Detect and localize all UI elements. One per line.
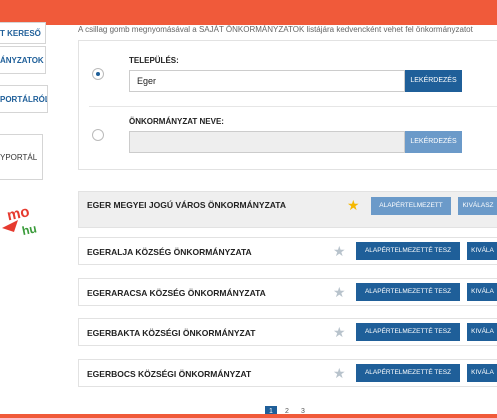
select-button[interactable]: KIVÁLA bbox=[467, 283, 497, 301]
svg-text:hu: hu bbox=[21, 221, 38, 238]
panel-divider bbox=[89, 106, 497, 107]
set-default-button[interactable]: ALAPÉRTELMEZETTÉ TESZ bbox=[356, 283, 460, 301]
select-button[interactable]: KIVÁLA bbox=[467, 364, 497, 382]
favorite-star-icon[interactable]: ★ bbox=[333, 366, 346, 380]
telepules-query-button[interactable]: LEKÉRDEZÉS bbox=[405, 70, 462, 92]
svg-text:mo: mo bbox=[6, 203, 32, 224]
result-row: EGER MEGYEI JOGÚ VÁROS ÖNKORMÁNYZATA ★ A… bbox=[78, 191, 497, 228]
select-button[interactable]: KIVÁLA bbox=[467, 323, 497, 341]
result-name: EGERALJA KÖZSÉG ÖNKORMÁNYZATA bbox=[87, 247, 252, 257]
favorite-star-icon[interactable]: ★ bbox=[333, 285, 346, 299]
onkormanyzat-label: ÖNKORMÁNYZAT NEVE: bbox=[129, 117, 224, 126]
result-row: EGERBOCS KÖZSÉGI ÖNKORMÁNYZAT ★ ALAPÉRTE… bbox=[78, 359, 497, 387]
favorite-star-icon[interactable]: ★ bbox=[333, 325, 346, 339]
favorite-star-icon[interactable]: ★ bbox=[347, 198, 360, 212]
sidebar-item-portal[interactable]: YPORTÁL bbox=[0, 134, 43, 180]
result-name: EGER MEGYEI JOGÚ VÁROS ÖNKORMÁNYZATA bbox=[87, 200, 286, 210]
result-name: EGERBOCS KÖZSÉGI ÖNKORMÁNYZAT bbox=[87, 369, 252, 379]
result-row: EGERARACSA KÖZSÉG ÖNKORMÁNYZATA ★ ALAPÉR… bbox=[78, 278, 497, 306]
telepules-label: TELEPÜLÉS: bbox=[129, 56, 179, 65]
radio-telepules[interactable] bbox=[92, 68, 104, 80]
select-button[interactable]: KIVÁLA bbox=[467, 242, 497, 260]
telepules-input[interactable] bbox=[129, 70, 405, 92]
sidebar-item-label: ÁNYZATOK bbox=[0, 55, 44, 65]
sidebar-item-portalrol[interactable]: PORTÁLRÓL bbox=[0, 85, 48, 113]
radio-onkormanyzat[interactable] bbox=[92, 129, 104, 141]
set-default-button[interactable]: ALAPÉRTELMEZETTÉ TESZ bbox=[356, 242, 460, 260]
footer-bar bbox=[0, 414, 497, 418]
sidebar-item-kereso[interactable]: T KERESŐ bbox=[0, 22, 46, 44]
set-default-button[interactable]: ALAPÉRTELMEZETTÉ TESZ bbox=[356, 364, 460, 382]
result-row: EGERALJA KÖZSÉG ÖNKORMÁNYZATA ★ ALAPÉRTE… bbox=[78, 237, 497, 265]
sidebar-item-label: T KERESŐ bbox=[0, 28, 41, 38]
result-row: EGERBAKTA KÖZSÉGI ÖNKORMÁNYZAT ★ ALAPÉRT… bbox=[78, 318, 497, 346]
result-name: EGERBAKTA KÖZSÉGI ÖNKORMÁNYZAT bbox=[87, 328, 256, 338]
mohu-logo[interactable]: mo hu bbox=[0, 198, 44, 242]
top-header-bar bbox=[0, 0, 497, 25]
sidebar-item-label: YPORTÁL bbox=[0, 152, 38, 162]
onkormanyzat-query-button[interactable]: LEKÉRDEZÉS bbox=[405, 131, 462, 153]
onkormanyzat-input[interactable] bbox=[129, 131, 405, 153]
favorite-star-icon[interactable]: ★ bbox=[333, 244, 346, 258]
set-default-button[interactable]: ALAPÉRTELMEZETTÉ TESZ bbox=[356, 323, 460, 341]
default-button[interactable]: ALAPÉRTELMEZETT bbox=[371, 197, 451, 215]
result-name: EGERARACSA KÖZSÉG ÖNKORMÁNYZATA bbox=[87, 288, 266, 298]
sidebar-item-label: PORTÁLRÓL bbox=[0, 94, 48, 104]
favorites-notice: A csillag gomb megnyomásával a SAJÁT ÖNK… bbox=[78, 25, 473, 34]
sidebar-item-onkormanyzatok[interactable]: ÁNYZATOK bbox=[0, 46, 46, 74]
select-button[interactable]: KIVÁLASZ bbox=[458, 197, 497, 215]
search-panel: TELEPÜLÉS: LEKÉRDEZÉS ÖNKORMÁNYZAT NEVE:… bbox=[78, 40, 497, 170]
